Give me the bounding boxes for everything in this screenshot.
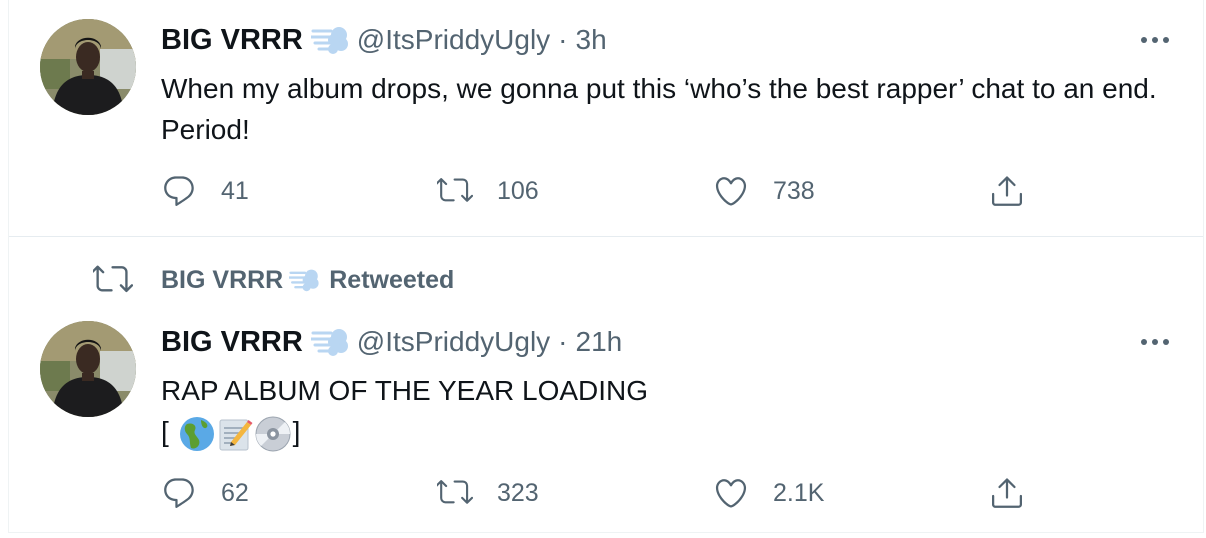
retweet-button[interactable]: 323 bbox=[437, 475, 713, 511]
reply-icon bbox=[161, 475, 197, 511]
tweet-actions: 62 323 2.1K bbox=[161, 475, 1206, 511]
author-handle[interactable]: @ItsPriddyUgly bbox=[357, 326, 550, 358]
retweet-icon bbox=[93, 260, 133, 300]
heart-icon bbox=[713, 475, 749, 511]
author-name[interactable]: BIG VRRR bbox=[161, 326, 303, 359]
share-button[interactable] bbox=[989, 475, 1206, 511]
more-options-icon[interactable] bbox=[1139, 336, 1171, 348]
retweet-button[interactable]: 106 bbox=[437, 173, 713, 209]
avatar[interactable] bbox=[40, 321, 136, 417]
author-handle[interactable]: @ItsPriddyUgly bbox=[357, 24, 550, 56]
retweet-icon bbox=[437, 173, 473, 209]
dash-icon bbox=[289, 266, 321, 294]
separator-dot: · bbox=[558, 24, 568, 55]
reply-icon bbox=[161, 173, 197, 209]
reply-button[interactable]: 41 bbox=[161, 173, 437, 209]
tweet-actions: 41 106 738 bbox=[161, 173, 1206, 209]
tweet-text: When my album drops, we gonna put this ‘… bbox=[161, 73, 1157, 145]
emoji-group bbox=[179, 416, 291, 452]
tweet-text-line: [ ] bbox=[161, 411, 1171, 452]
avatar[interactable] bbox=[40, 19, 136, 115]
like-button[interactable]: 2.1K bbox=[713, 475, 989, 511]
dash-icon bbox=[311, 23, 351, 57]
retweeted-label: Retweeted bbox=[329, 265, 455, 294]
retweet-icon bbox=[437, 475, 473, 511]
retweet-count: 106 bbox=[497, 176, 539, 205]
timestamp[interactable]: 21h bbox=[576, 326, 623, 358]
memo-icon bbox=[217, 416, 253, 452]
bracket-open: [ bbox=[161, 416, 177, 447]
dash-icon bbox=[311, 325, 351, 359]
tweet[interactable]: BIG VRRR @ItsPriddyUgly · 3h When my alb… bbox=[9, 0, 1203, 237]
like-count: 2.1K bbox=[773, 478, 825, 507]
share-icon bbox=[989, 475, 1025, 511]
reply-count: 41 bbox=[221, 176, 249, 205]
share-button[interactable] bbox=[989, 173, 1206, 209]
tweet[interactable]: BIG VRRR Retweeted BIG VRRR @ItsPriddyUg… bbox=[9, 237, 1203, 532]
share-icon bbox=[989, 173, 1025, 209]
heart-icon bbox=[713, 173, 749, 209]
timestamp[interactable]: 3h bbox=[576, 24, 607, 56]
like-count: 738 bbox=[773, 176, 815, 205]
bracket-close: ] bbox=[292, 416, 301, 447]
reply-button[interactable]: 62 bbox=[161, 475, 437, 511]
reply-count: 62 bbox=[221, 478, 249, 507]
retweeter-name: BIG VRRR bbox=[161, 265, 284, 294]
more-options-icon[interactable] bbox=[1139, 34, 1171, 46]
globe-icon bbox=[179, 416, 215, 452]
retweet-context[interactable]: BIG VRRR Retweeted bbox=[93, 260, 454, 300]
tweet-header: BIG VRRR @ItsPriddyUgly · 3h bbox=[161, 20, 607, 60]
tweet-text: RAP ALBUM OF THE YEAR LOADING [ ] bbox=[161, 370, 1171, 452]
timeline: BIG VRRR @ItsPriddyUgly · 3h When my alb… bbox=[8, 0, 1204, 533]
dvd-icon bbox=[255, 416, 291, 452]
tweet-header: BIG VRRR @ItsPriddyUgly · 21h bbox=[161, 322, 622, 362]
tweet-text-line: RAP ALBUM OF THE YEAR LOADING bbox=[161, 375, 649, 406]
separator-dot: · bbox=[558, 326, 568, 357]
author-name[interactable]: BIG VRRR bbox=[161, 24, 303, 57]
retweet-count: 323 bbox=[497, 478, 539, 507]
like-button[interactable]: 738 bbox=[713, 173, 989, 209]
